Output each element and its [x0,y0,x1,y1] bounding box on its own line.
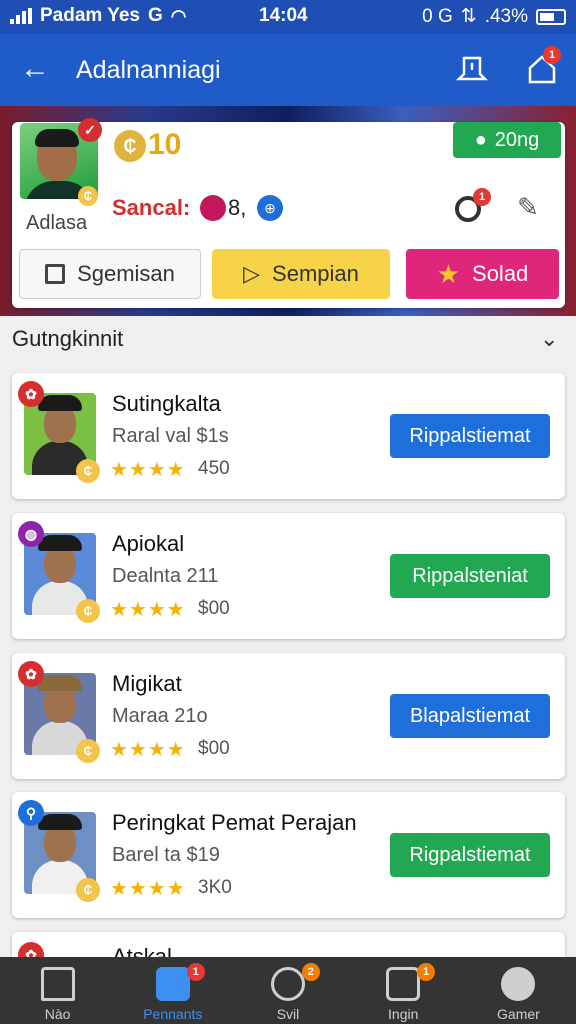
nav-gamer[interactable]: Gamer [461,957,576,1024]
coin-icon: ₵ [76,599,100,623]
coin-icon: ₵ [76,459,100,483]
camera-icon [155,967,190,1001]
list-item[interactable]: ✿ ₵ Migikat Maraa 21o ★★★★ $00 Blapalsti… [12,653,565,779]
carrier-name: Padam Yes [40,5,141,26]
check-circle-icon [271,967,305,1001]
item-action-button[interactable]: Rippalstiemat [390,414,550,458]
level-text: 20ng [494,128,540,151]
play-icon: ▷ [243,261,261,286]
nav-home[interactable]: Nào [0,957,115,1024]
item-title: Migikat [112,671,182,696]
item-rating: $00 [198,598,230,619]
item-stars: ★★★★ [110,599,186,621]
item-rating: $00 [198,738,230,759]
coin-icon: ₵ [78,186,98,206]
back-arrow-icon[interactable]: ← [20,54,50,84]
solad-button[interactable]: ★ Solad [406,249,559,299]
item-subtitle: Dealnta 211 [112,565,219,587]
solad-label: Solad [472,261,529,286]
item-title: Sutingkalta [112,391,221,416]
notification-badge: 1 [543,46,561,64]
ring-badge: 1 [473,188,491,206]
battery-level: .43% [484,5,528,27]
profile-name: Adlasa [26,212,88,234]
sgemisan-label: Sgemisan [77,261,175,286]
nav-label: Svil [276,1006,300,1022]
section-title: Gutngkinnit [12,326,124,351]
nav-label: Ingin [388,1006,419,1022]
item-stars: ★★★★ [110,878,186,900]
item-rating: 3K0 [198,877,232,898]
item-rating: 450 [198,458,230,479]
list-item[interactable]: ✿ ₵ Sutingkalta Raral val $1s ★★★★ 450 R… [12,373,565,499]
nav-badge: 1 [417,963,436,981]
battery-icon [536,8,566,25]
user-icon: ● [474,128,487,151]
coin-icon: ₵ [76,739,100,763]
rose-icon: ✿ [18,661,44,687]
profile-card: ✓ ₵ Adlasa ₵ 10 ● 20ng Sancal: 8, ⊕ 1 ✎ S… [12,118,565,308]
item-subtitle: Maraa 21o [112,705,208,727]
rose-icon: ✿ [18,381,44,407]
checkbox-icon [45,264,66,284]
home-icon [40,967,75,1001]
level-badge[interactable]: ● 20ng [453,122,561,158]
item-action-button[interactable]: Rippalsteniat [390,554,550,598]
nav-label: Pennants [143,1006,203,1022]
clock: 14:04 [259,5,308,26]
star-icon: ★ [436,258,461,289]
notification-bell-icon[interactable] [455,52,489,86]
item-action-button[interactable]: Blapalstiemat [390,694,550,738]
stats-value: 8, [228,195,247,220]
runner-icon: ⚲ [18,800,44,826]
network-indicator: 0 G [422,5,453,27]
sempian-button[interactable]: ▷ Sempian [212,249,390,299]
nav-badge: 2 [301,963,320,981]
checklist-icon [386,967,421,1001]
app-bar: ← Adalnanniagi 1 [0,34,576,106]
item-title: Apiokal [112,531,185,556]
item-subtitle: Raral val $1s [112,425,229,447]
sgemisan-button[interactable]: Sgemisan [19,249,201,299]
list-item[interactable]: ⚲ ₵ Peringkat Pemat Perajan Barel ta $19… [12,792,565,918]
item-action-button[interactable]: Rigpalstiemat [390,833,550,877]
edit-pencil-icon[interactable]: ✎ [517,192,539,223]
item-title: Peringkat Pemat Perajan [112,810,357,835]
nav-svil[interactable]: 2 Svil [230,957,345,1024]
item-stars: ★★★★ [110,739,186,761]
apple-icon: ◍ [18,521,44,547]
page-title: Adalnanniagi [76,56,221,84]
list-item[interactable]: ◍ ₵ Apiokal Dealnta 211 ★★★★ $00 Rippals… [12,513,565,639]
home-icon[interactable]: 1 [525,46,561,86]
verified-icon: ✓ [78,118,102,142]
data-icon: ⇅ [460,6,477,27]
nav-ingin[interactable]: 1 Ingin [346,957,461,1024]
coin-icon: ₵ [76,878,100,902]
nav-badge: 1 [186,963,205,981]
nav-pennants[interactable]: 1 Pennants [115,957,230,1024]
item-stars: ★★★★ [110,459,186,481]
status-bar: Padam Yes G ◠ 14:04 0 G ⇅ .43% [0,0,576,34]
gamer-icon [501,967,536,1001]
stats-label: Sancal: [112,195,191,220]
coin-balance-icon: ₵ [114,130,146,162]
network-type: G [148,5,163,26]
wifi-icon: ◠ [170,5,187,26]
compass-icon: ⊕ [257,195,283,221]
nav-label: Nào [44,1006,71,1022]
item-subtitle: Barel ta $19 [112,844,220,866]
sempian-label: Sempian [272,261,359,286]
signal-icon [10,8,32,24]
rose-icon [200,195,226,221]
coin-balance: 10 [148,128,182,161]
bottom-navigation: Nào 1 Pennants 2 Svil 1 Ingin Gamer [0,957,576,1024]
nav-label: Gamer [497,1006,540,1022]
chevron-down-icon[interactable]: ⌄ [540,326,558,352]
